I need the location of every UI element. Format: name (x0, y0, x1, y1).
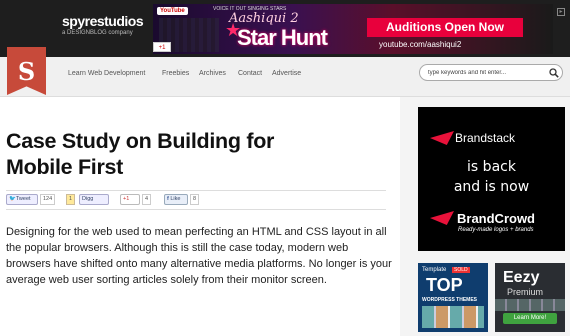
sidebar-ad-wordpress-themes[interactable]: Template SOLD TOP WORDPRESS THEMES (418, 263, 488, 332)
ad-brand-2: BrandCrowd (457, 211, 535, 226)
ad-wp-label: WORDPRESS THEMES (422, 297, 478, 303)
title-line-1: Case Study on Building for (6, 129, 275, 153)
ad-script-title: Aashiqui 2 (229, 11, 299, 26)
facebook-like-button[interactable]: f Like (164, 194, 188, 205)
learn-more-button[interactable]: Learn More! (503, 313, 557, 324)
sidebar-ad-eezy[interactable]: Eezy Premium Learn More! (495, 263, 565, 332)
ad-preview-strip (495, 299, 565, 311)
ad-choices-icon[interactable]: ▸ (557, 8, 565, 16)
sidebar-ad-brandstack[interactable]: Brandstack is back and is now BrandCrowd… (418, 107, 565, 251)
ribbon-letter: S (17, 57, 36, 86)
facebook-icon: f (167, 196, 169, 202)
tweet-label: Tweet (15, 196, 31, 202)
ad-top-label: TOP (426, 275, 463, 295)
digg-count: 1 (66, 194, 76, 205)
ad-headline: Star Hunt (237, 25, 328, 50)
ad-tagline: Ready-made logos + brands (458, 227, 534, 233)
theme-thumbnails (422, 306, 484, 328)
brandcrowd-logo-icon (430, 211, 454, 225)
logo-name: spyrestudios (62, 13, 144, 29)
search-input[interactable] (428, 68, 543, 78)
ad-url: youtube.com/aashiqui2 (379, 40, 462, 49)
like-count: 8 (190, 194, 200, 205)
ad-line-1: is back (467, 159, 516, 175)
gplus-count: 4 (142, 194, 152, 205)
top-bar: spyrestudios a DESIGNBLOG company YouTub… (0, 0, 570, 57)
ad-cta-button[interactable]: Auditions Open Now (367, 18, 523, 37)
search-icon[interactable] (549, 68, 559, 78)
ad-premium-label: Premium (507, 287, 544, 297)
digg-button[interactable]: Digg (79, 194, 109, 205)
twitter-icon: 🐦 (9, 196, 16, 202)
nav-freebies[interactable]: Freebies (162, 70, 189, 77)
nav-learn-web-development[interactable]: Learn Web Development (68, 70, 145, 77)
nav-contact[interactable]: Contact (238, 70, 262, 77)
search-box (419, 64, 563, 81)
ad-sold-badge: SOLD (452, 267, 470, 273)
tweet-count: 124 (40, 194, 56, 205)
nav-archives[interactable]: Archives (199, 70, 226, 77)
site-logo[interactable]: spyrestudios a DESIGNBLOG company (62, 13, 144, 36)
like-label: Like (170, 196, 181, 202)
ad-eezy-name: Eezy (503, 269, 540, 286)
top-ad-banner[interactable]: YouTube VOICE IT OUT SINGING STARS ★ Aas… (153, 4, 553, 54)
ad-brand: Brandstack (455, 131, 516, 145)
divider (6, 209, 386, 210)
youtube-logo: YouTube (157, 7, 188, 15)
ad-line-2: and is now (453, 179, 530, 195)
divider (6, 190, 386, 191)
article-intro: Designing for the web used to mean perfe… (6, 226, 392, 286)
article-title: Case Study on Building for Mobile First (6, 128, 396, 180)
tweet-button[interactable]: 🐦Tweet (6, 194, 38, 205)
nav-advertise[interactable]: Advertise (272, 70, 301, 77)
logo-subtitle: a DESIGNBLOG company (62, 30, 133, 36)
gplus-share-button[interactable]: +1 (120, 194, 140, 205)
title-line-2: Mobile First (6, 155, 124, 179)
brandstack-logo-icon (430, 131, 454, 145)
gplus-button[interactable]: +1 (153, 42, 171, 52)
ad-template-label: Template (422, 267, 447, 273)
